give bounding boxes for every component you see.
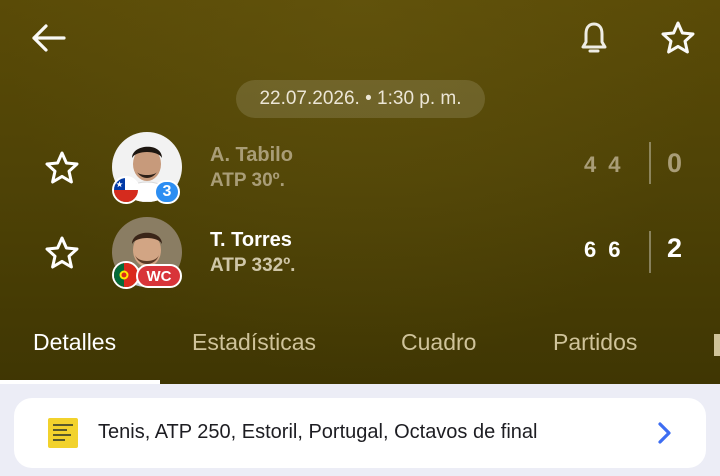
arrow-left-icon [32,24,66,52]
tournament-logo-icon [48,418,78,448]
player-row[interactable]: 3 A. Tabilo ATP 30º. 4 4 0 [0,132,720,204]
player-name: A. Tabilo [210,144,293,166]
player-name: T. Torres [210,229,292,251]
player-row[interactable]: WC T. Torres ATP 332º. 6 6 2 [0,217,720,289]
set-score: 4 [608,152,621,177]
set-score: 6 [608,237,621,262]
set-scores: 4 4 [584,152,621,178]
tournament-label: Tenis, ATP 250, Estoril, Portugal, Octav… [98,421,538,443]
match-tabs: Detalles Estadísticas Cuadro Partidos [0,320,720,384]
match-datetime: 22.07.2026. • 1:30 p. m. [236,80,485,118]
match-header: 22.07.2026. • 1:30 p. m. 3 A. Tabilo ATP… [0,0,720,384]
tab-detalles[interactable]: Detalles [33,320,116,384]
sets-won: 2 [667,233,683,263]
tab-estadisticas[interactable]: Estadísticas [192,320,316,384]
active-tab-indicator [0,380,160,384]
player-rank: ATP 332º. [210,255,296,276]
chevron-right-icon [654,420,674,446]
set-scores: 6 6 [584,237,621,263]
star-outline-icon [45,151,79,184]
player-rank: ATP 30º. [210,170,285,191]
notifications-button[interactable] [570,14,618,62]
score-divider [649,231,651,273]
favorite-player-button[interactable] [40,233,84,273]
star-outline-icon [661,21,695,54]
set-score: 6 [584,237,597,262]
chile-flag-icon [112,176,140,204]
back-button[interactable] [22,14,74,62]
bell-icon [581,22,607,53]
seed-badge: 3 [154,180,180,204]
tab-cuadro[interactable]: Cuadro [401,320,476,384]
set-score: 4 [584,152,597,177]
star-outline-icon [45,236,79,269]
tab-partidos[interactable]: Partidos [553,320,637,384]
wildcard-badge: WC [136,264,182,288]
tab-overflow-indicator [714,334,720,356]
tournament-card[interactable]: Tenis, ATP 250, Estoril, Portugal, Octav… [14,398,706,468]
favorite-match-button[interactable] [654,14,702,62]
sets-won: 0 [667,148,683,178]
score-divider [649,142,651,184]
favorite-player-button[interactable] [40,148,84,188]
